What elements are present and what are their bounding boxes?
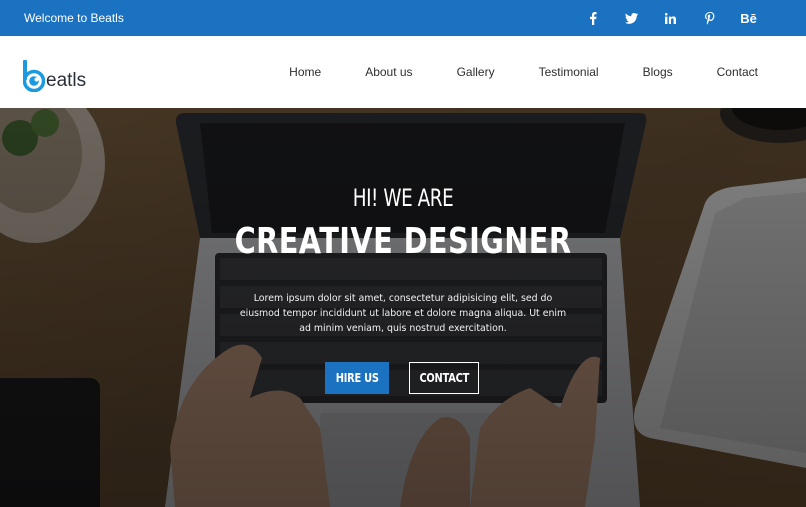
main-header: eatls Home About us Gallery Testimonial … xyxy=(0,36,806,108)
hero-pretitle: HI! WE ARE xyxy=(352,184,454,212)
top-bar: Welcome to Beatls Bē xyxy=(0,0,806,36)
contact-button[interactable]: CONTACT xyxy=(409,362,479,394)
nav-home[interactable]: Home xyxy=(289,65,321,79)
behance-icon[interactable]: Bē xyxy=(729,0,768,36)
hero-banner: HI! WE ARE CREATIVE DESIGNER Lorem ipsum… xyxy=(0,108,806,507)
hire-us-label: HIRE US xyxy=(335,371,379,385)
brand-logo[interactable]: eatls xyxy=(23,52,103,92)
hire-us-button[interactable]: HIRE US xyxy=(325,362,389,394)
twitter-icon[interactable] xyxy=(612,0,651,36)
nav-testimonial[interactable]: Testimonial xyxy=(539,65,599,79)
contact-label: CONTACT xyxy=(419,371,469,385)
brand-wordmark: eatls xyxy=(46,70,87,91)
linkedin-icon[interactable] xyxy=(651,0,690,36)
facebook-icon[interactable] xyxy=(573,0,612,36)
logo-b-icon xyxy=(23,60,45,92)
hero-title: CREATIVE DESIGNER xyxy=(234,221,572,262)
behance-glyph: Bē xyxy=(740,10,757,26)
nav-contact[interactable]: Contact xyxy=(717,65,758,79)
welcome-text: Welcome to Beatls xyxy=(24,11,124,25)
pinterest-icon[interactable] xyxy=(690,0,729,36)
social-links: Bē xyxy=(573,0,768,36)
main-nav: Home About us Gallery Testimonial Blogs … xyxy=(289,65,758,79)
nav-about-us[interactable]: About us xyxy=(365,65,412,79)
nav-blogs[interactable]: Blogs xyxy=(643,65,673,79)
hero-description: Lorem ipsum dolor sit amet, consectetur … xyxy=(239,293,567,334)
nav-gallery[interactable]: Gallery xyxy=(457,65,495,79)
